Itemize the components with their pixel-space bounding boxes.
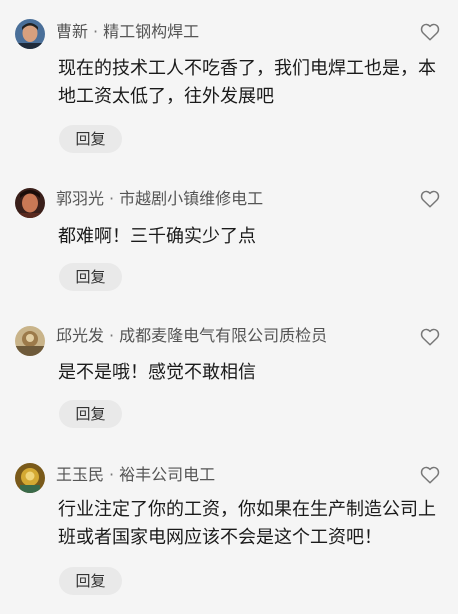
comment-text: 是不是哦！感觉不敢相信 bbox=[58, 359, 448, 387]
comment-line: 行业注定了你的工资，你如果在生产制造公司上 bbox=[58, 499, 436, 520]
comment-author-line: 郭羽光 · 市越剧小镇维修电工 bbox=[56, 189, 263, 209]
author-title: 市越剧小镇维修电工 bbox=[119, 189, 264, 208]
user-avatar[interactable] bbox=[15, 326, 45, 356]
heart-outline-icon[interactable] bbox=[420, 328, 440, 346]
comment-text: 现在的技术工人不吃香了，我们电焊工也是，本 地工资太低了，往外发展吧 bbox=[58, 55, 448, 111]
heart-outline-icon[interactable] bbox=[420, 466, 440, 484]
comment-author-line: 曹新 · 精工钢构焊工 bbox=[56, 22, 199, 42]
heart-outline-icon[interactable] bbox=[420, 190, 440, 208]
reply-button[interactable]: 回复 bbox=[59, 567, 122, 595]
user-avatar[interactable] bbox=[15, 463, 45, 493]
reply-button[interactable]: 回复 bbox=[59, 263, 122, 291]
author-title: 精工钢构焊工 bbox=[103, 22, 200, 41]
comment-author-line: 邱光发 · 成都麦隆电气有限公司质检员 bbox=[56, 326, 327, 346]
author-name[interactable]: 郭羽光 bbox=[56, 189, 104, 208]
author-title: 裕丰公司电工 bbox=[119, 465, 216, 484]
comment-line: 地工资太低了，往外发展吧 bbox=[58, 86, 274, 107]
reply-button[interactable]: 回复 bbox=[59, 125, 122, 153]
user-avatar[interactable] bbox=[15, 19, 45, 49]
heart-outline-icon[interactable] bbox=[420, 23, 440, 41]
author-title: 成都麦隆电气有限公司质检员 bbox=[119, 326, 328, 345]
comment-line: 都难啊！三千确实少了点 bbox=[58, 226, 256, 247]
comment-text: 都难啊！三千确实少了点 bbox=[58, 223, 448, 251]
separator-dot: · bbox=[109, 465, 115, 484]
comment-author-line: 王玉民 · 裕丰公司电工 bbox=[56, 465, 215, 485]
comment-line: 班或者国家电网应该不会是这个工资吧！ bbox=[58, 527, 382, 548]
user-avatar[interactable] bbox=[15, 188, 45, 218]
comment-line: 是不是哦！感觉不敢相信 bbox=[58, 362, 256, 383]
author-name[interactable]: 曹新 bbox=[56, 22, 88, 41]
comment-text: 行业注定了你的工资，你如果在生产制造公司上 班或者国家电网应该不会是这个工资吧！ bbox=[58, 496, 448, 552]
avatar-portrait-icon bbox=[15, 188, 45, 218]
avatar-man-icon bbox=[15, 19, 45, 49]
avatar-landscape-icon bbox=[15, 326, 45, 356]
separator-dot: · bbox=[109, 189, 115, 208]
separator-dot: · bbox=[93, 22, 99, 41]
reply-button[interactable]: 回复 bbox=[59, 400, 122, 428]
author-name[interactable]: 王玉民 bbox=[56, 465, 104, 484]
separator-dot: · bbox=[109, 326, 115, 345]
author-name[interactable]: 邱光发 bbox=[56, 326, 104, 345]
avatar-golden-icon bbox=[15, 463, 45, 493]
comment-line: 现在的技术工人不吃香了，我们电焊工也是，本 bbox=[58, 58, 436, 79]
